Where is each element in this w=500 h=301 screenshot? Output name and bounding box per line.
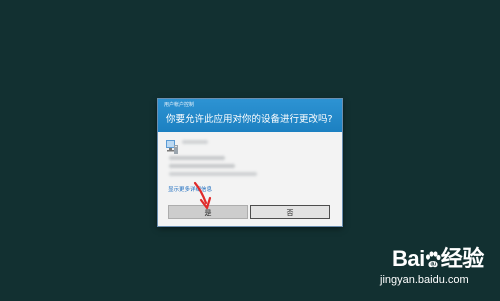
watermark-logo-text-2: 经验 [440,246,485,271]
file-path-blurred [169,172,257,176]
watermark-logo: Bai du 经验 [392,246,484,272]
paw-icon: du [425,251,441,268]
baidu-jingyan-watermark: Bai du 经验 jingyan.baidu.com [356,246,486,294]
dialog-question: 你要允许此应用对你的设备进行更改吗? [166,114,333,125]
no-button[interactable]: 否 [250,205,330,219]
uac-dialog: 用户帐户控制 你要允许此应用对你的设备进行更改吗? 显示更多详细信息 是 否 [158,99,342,226]
uac-dialog-body: 显示更多详细信息 是 否 [158,132,342,226]
watermark-site: jingyan.baidu.com [380,274,469,286]
dialog-title: 用户帐户控制 [164,102,195,108]
publisher-info-blurred [169,156,225,160]
program-icon [166,140,178,154]
red-arrow-icon [193,181,212,210]
uac-dialog-header: 用户帐户控制 你要允许此应用对你的设备进行更改吗? [158,99,342,132]
watermark-logo-text-1: Bai [392,246,425,271]
svg-text:du: du [430,262,436,268]
desktop-background: 用户帐户控制 你要允许此应用对你的设备进行更改吗? 显示更多详细信息 是 否 B… [0,0,500,301]
program-name-blurred [182,140,208,144]
file-origin-blurred [169,164,235,168]
